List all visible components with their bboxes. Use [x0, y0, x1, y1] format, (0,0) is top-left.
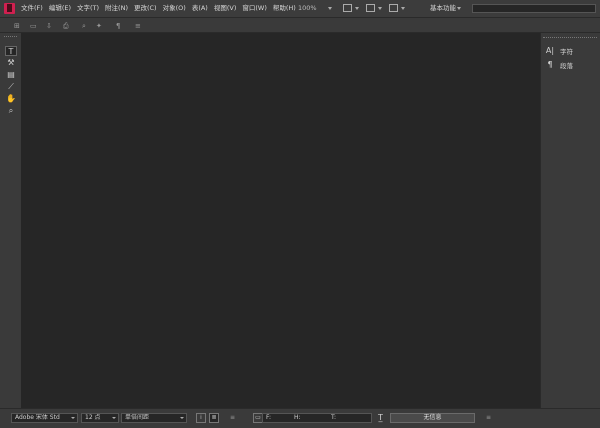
menu-file[interactable]: 文件(F) — [21, 0, 43, 17]
menu-object[interactable]: 对象(O) — [163, 0, 186, 17]
note-tool-icon[interactable]: ▤ — [5, 70, 17, 80]
menu-type[interactable]: 文字(T) — [77, 0, 99, 17]
font-family-value: Adobe 宋体 Std — [15, 414, 60, 421]
type-tool-icon[interactable]: T — [5, 46, 17, 56]
status-info-box: 无信息 — [390, 413, 475, 423]
save-icon[interactable]: ⇩ — [46, 22, 52, 30]
f-field-label: F: — [266, 414, 272, 421]
menu-view[interactable]: 视图(V) — [214, 0, 237, 17]
paragraph-panel-tab[interactable]: ¶ 段落 — [545, 59, 573, 70]
hand-tool-icon[interactable]: ✋ — [5, 94, 17, 104]
panel-menu-icon[interactable]: ≡ — [135, 22, 141, 30]
tools-grip[interactable] — [4, 36, 17, 39]
view-options-caret-icon[interactable] — [355, 7, 359, 10]
zoom-dropdown-icon[interactable] — [328, 7, 332, 10]
print-icon[interactable]: ⎙ — [63, 22, 69, 30]
view-options-icon[interactable] — [343, 4, 352, 12]
leading-select[interactable]: 单倍间距 — [121, 413, 187, 423]
eyedropper-icon[interactable]: ⟋ — [5, 82, 17, 92]
font-size-dropdown-icon — [112, 417, 116, 419]
workspace-switcher[interactable]: 基本功能 — [430, 0, 456, 17]
open-folder-icon[interactable]: ▭ — [30, 22, 37, 30]
find-icon[interactable]: ⌕ — [82, 22, 86, 30]
workspace-caret-icon[interactable] — [457, 7, 461, 10]
panel-dock-grip[interactable] — [543, 37, 597, 40]
menu-notes[interactable]: 附注(N) — [105, 0, 128, 17]
text-align-justify-icon[interactable]: ≣ — [209, 413, 219, 423]
menu-bar: 文件(F) 编辑(E) 文字(T) 附注(N) 更改(C) 对象(O) 表(A)… — [0, 0, 600, 17]
new-document-icon[interactable]: ⊞ — [14, 22, 20, 30]
zoom-level[interactable]: 100% — [298, 0, 317, 17]
character-panel-tab[interactable]: A| 字符 — [545, 45, 573, 56]
control-toolbar: ⊞ ▭ ⇩ ⎙ ⌕ ✦ ¶ ≡ — [0, 17, 600, 33]
menu-help[interactable]: 帮助(H) — [273, 0, 296, 17]
font-family-select[interactable]: Adobe 宋体 Std — [11, 413, 78, 423]
font-size-value: 12 点 — [85, 414, 101, 421]
zoom-tool-icon[interactable]: ⌕ — [5, 106, 17, 116]
screen-mode-icon[interactable] — [366, 4, 375, 12]
character-panel-label: 字符 — [560, 47, 573, 56]
h-label: H: — [294, 414, 301, 421]
menu-items: 文件(F) 编辑(E) 文字(T) 附注(N) 更改(C) 对象(O) 表(A)… — [21, 0, 302, 17]
arrange-documents-icon[interactable] — [389, 4, 398, 12]
menu-edit[interactable]: 编辑(E) — [49, 0, 71, 17]
leading-dropdown-icon — [180, 417, 184, 419]
paragraph-panel-label: 段落 — [560, 61, 573, 70]
app-logo-icon — [4, 3, 15, 14]
screen-mode-caret-icon[interactable] — [378, 7, 382, 10]
panel-dock: A| 字符 ¶ 段落 — [540, 33, 600, 408]
show-hidden-characters-icon[interactable]: ¶ — [116, 22, 120, 30]
leading-value: 单倍间距 — [125, 414, 150, 421]
status-options-icon[interactable]: ≡ — [486, 414, 491, 422]
text-underline-icon[interactable]: T̲ — [378, 414, 383, 422]
document-canvas[interactable] — [21, 33, 540, 408]
type-on-path-icon[interactable]: ⚒ — [5, 58, 17, 68]
menu-window[interactable]: 窗口(W) — [242, 0, 267, 17]
status-menu-icon[interactable]: ≡ — [230, 414, 235, 422]
tools-panel: T ⚒ ▤ ⟋ ✋ ⌕ — [0, 33, 21, 408]
status-bar: Adobe 宋体 Std 12 点 单倍间距 ⁞ ≣ ≡ ▭ F: F: H: … — [0, 408, 600, 428]
arrange-documents-caret-icon[interactable] — [401, 7, 405, 10]
search-input[interactable] — [472, 4, 596, 13]
font-family-dropdown-icon — [71, 417, 75, 419]
paragraph-icon: ¶ — [547, 60, 553, 69]
menu-changes[interactable]: 更改(C) — [134, 0, 157, 17]
spell-check-icon[interactable]: ✦ — [96, 22, 102, 30]
menu-table[interactable]: 表(A) — [192, 0, 208, 17]
position-fields[interactable]: F: — [262, 413, 372, 423]
text-align-left-icon[interactable]: ⁞ — [196, 413, 206, 423]
font-size-select[interactable]: 12 点 — [81, 413, 119, 423]
t-label: T: — [331, 414, 337, 421]
character-icon: A| — [545, 46, 555, 55]
